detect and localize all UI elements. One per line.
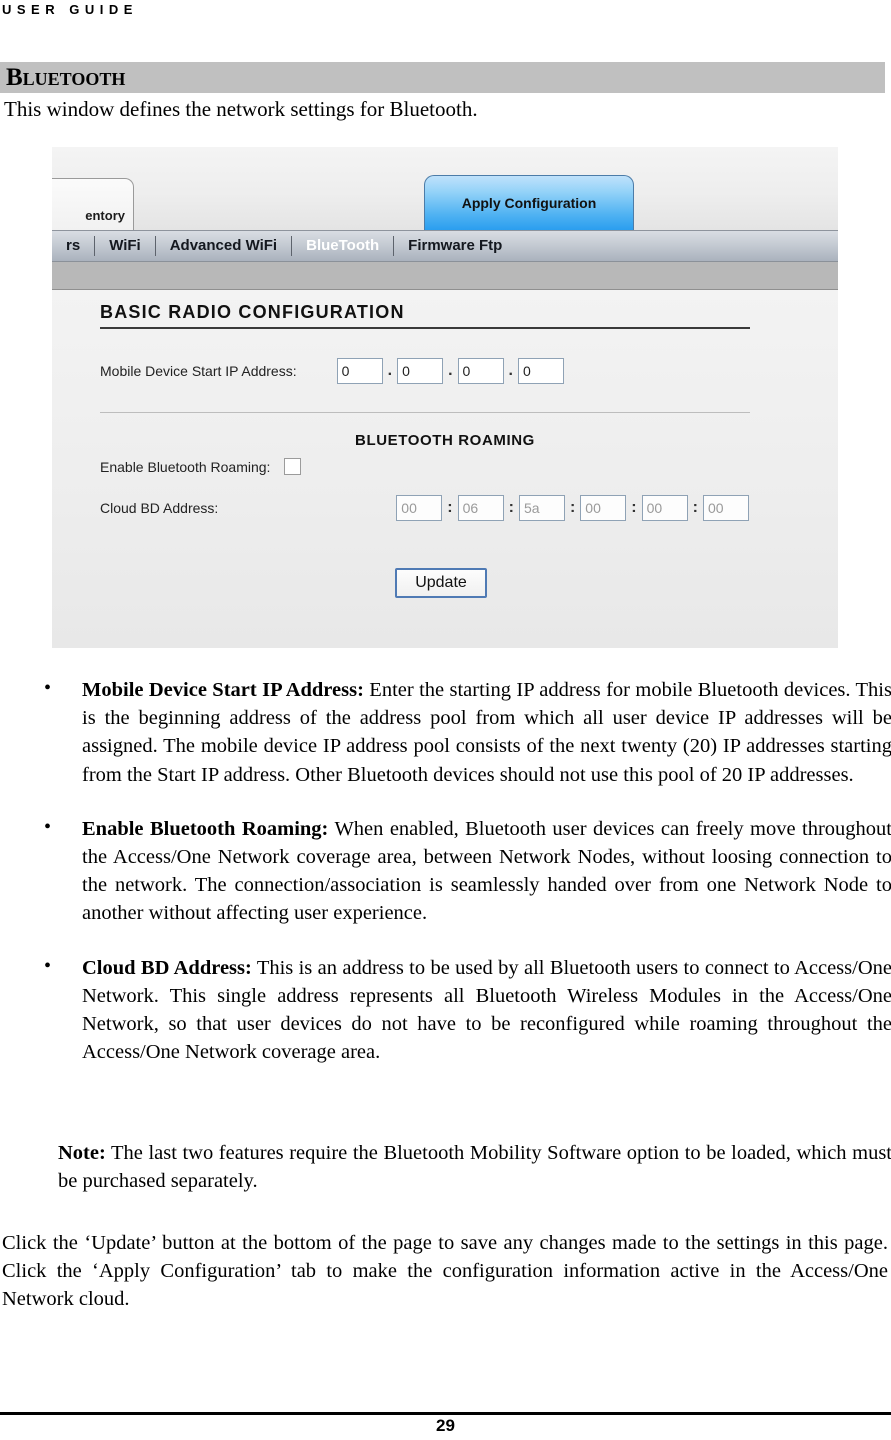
note-paragraph: Note: The last two features require the … — [36, 1139, 891, 1195]
closing-paragraph: Click the ‘Update’ button at the bottom … — [2, 1232, 888, 1311]
ip-separator: . — [508, 362, 513, 379]
screenshot-chrome: entory Apply Configuration — [52, 147, 838, 230]
bd-separator: : — [569, 499, 576, 516]
tab-inventory[interactable]: entory — [52, 178, 134, 230]
update-button[interactable]: Update — [395, 568, 487, 598]
embedded-screenshot: entory Apply Configuration rs WiFi Advan… — [52, 147, 838, 648]
panel-divider — [100, 412, 750, 413]
sub-tab-users[interactable]: rs — [52, 231, 94, 261]
apply-configuration-label: Apply Configuration — [461, 195, 597, 211]
ip-octet-3[interactable]: 0 — [457, 358, 504, 384]
sub-tab-firmware-ftp[interactable]: Firmware Ftp — [394, 231, 516, 261]
bd-separator: : — [447, 499, 453, 516]
mobile-ip-input-group: 0 . 0 . 0 . 0 — [336, 358, 564, 384]
bd-octet-4[interactable]: 00 — [580, 495, 627, 521]
ip-octet-1[interactable]: 0 — [336, 358, 383, 384]
bd-octet-6[interactable]: 00 — [702, 495, 749, 521]
list-item: Mobile Device Start IP Address: Enter th… — [36, 674, 891, 789]
bd-octet-3[interactable]: 5a — [518, 495, 565, 521]
sub-tab-wifi[interactable]: WiFi — [95, 231, 155, 261]
mobile-ip-row: Mobile Device Start IP Address: 0 . 0 . … — [100, 358, 564, 384]
bullet-term: Enable Bluetooth Roaming: — [82, 817, 329, 840]
enable-roaming-label: Enable Bluetooth Roaming: — [100, 458, 271, 475]
bd-octet-5[interactable]: 00 — [641, 495, 688, 521]
note-text: The last two features require the Blueto… — [58, 1142, 891, 1193]
ip-separator: . — [387, 362, 393, 379]
page-number: 29 — [436, 1416, 455, 1435]
list-item: Enable Bluetooth Roaming: When enabled, … — [36, 813, 891, 928]
mobile-ip-label: Mobile Device Start IP Address: — [100, 363, 297, 379]
bd-separator: : — [631, 499, 637, 516]
apply-configuration-tab[interactable]: Apply Configuration — [424, 175, 634, 230]
intro-paragraph: This window defines the network settings… — [4, 97, 478, 121]
page-title: Bluetooth — [6, 64, 126, 91]
list-item: Cloud BD Address: This is an address to … — [36, 952, 891, 1067]
note-term: Note: — [58, 1142, 106, 1164]
bullet-list: Mobile Device Start IP Address: Enter th… — [36, 674, 891, 1092]
sub-tab-bluetooth[interactable]: BlueTooth — [292, 231, 393, 261]
ip-octet-2[interactable]: 0 — [397, 358, 444, 384]
tab-inventory-label: entory — [85, 208, 125, 223]
bd-octet-2[interactable]: 06 — [457, 495, 504, 521]
document-page: USER GUIDE Bluetooth This window defines… — [0, 0, 891, 1440]
bullet-term: Mobile Device Start IP Address: — [82, 679, 364, 701]
ip-separator: . — [448, 362, 453, 379]
enable-roaming-row: Enable Bluetooth Roaming: — [100, 458, 302, 475]
toolbar-band — [52, 262, 838, 290]
panel-heading: BASIC RADIO CONFIGURATION — [100, 302, 750, 329]
bd-separator: : — [692, 499, 698, 516]
sub-tab-navbar: rs WiFi Advanced WiFi BlueTooth Firmware… — [52, 230, 838, 262]
section-title-bar: Bluetooth — [0, 62, 885, 93]
sub-tab-advanced-wifi[interactable]: Advanced WiFi — [156, 231, 291, 261]
ip-octet-4[interactable]: 0 — [517, 358, 564, 384]
running-header: USER GUIDE — [2, 2, 138, 17]
roaming-section-title: BLUETOOTH ROAMING — [355, 432, 535, 449]
cloud-bd-input-group: 00 : 06 : 5a : 00 : 00 : 00 — [396, 495, 749, 521]
configuration-panel: BASIC RADIO CONFIGURATION Mobile Device … — [52, 290, 838, 648]
bd-octet-1[interactable]: 00 — [396, 495, 443, 521]
bd-separator: : — [508, 499, 514, 516]
cloud-bd-row: Cloud BD Address: 00 : 06 : 5a : 00 : 00… — [100, 495, 749, 521]
bullet-term: Cloud BD Address: — [82, 956, 252, 979]
footer-divider — [0, 1412, 891, 1415]
cloud-bd-label: Cloud BD Address: — [100, 500, 219, 516]
enable-roaming-checkbox[interactable] — [284, 458, 302, 475]
